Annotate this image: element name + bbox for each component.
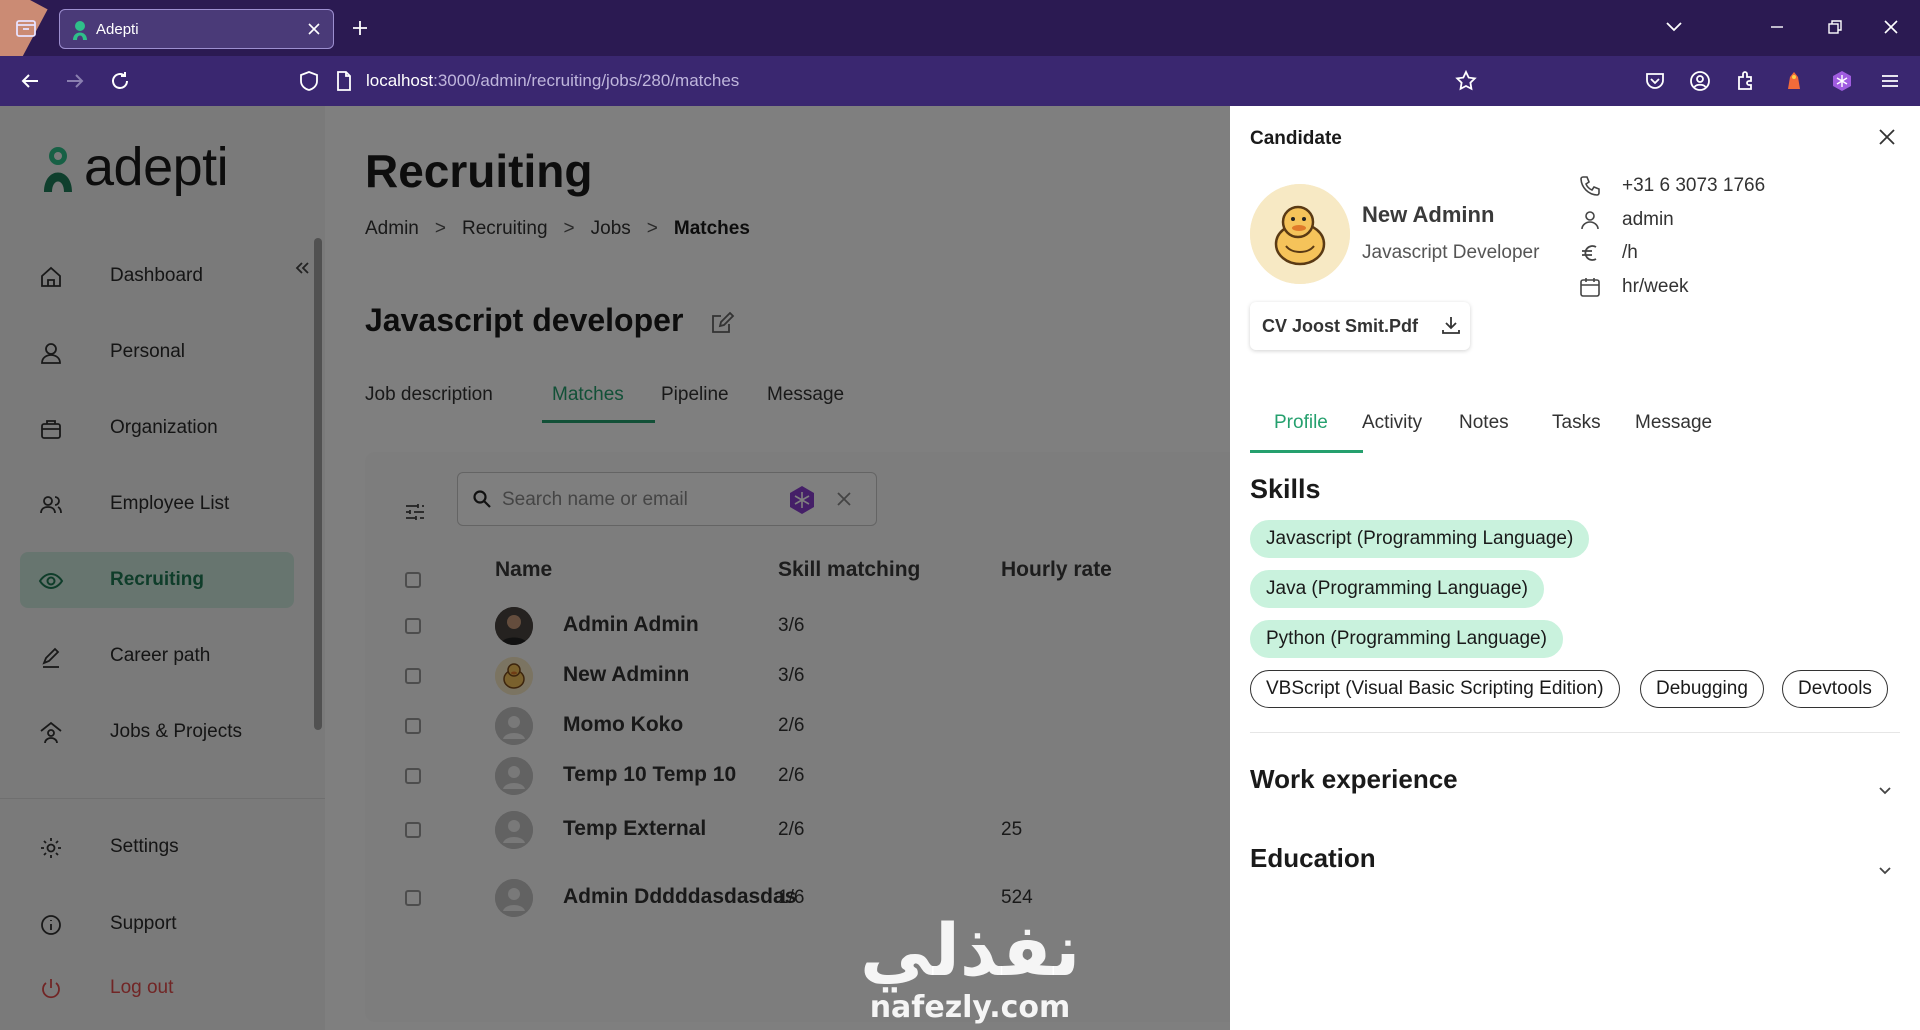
account-icon[interactable] (1688, 69, 1712, 93)
skill-chip-matched: Javascript (Programming Language) (1250, 520, 1590, 558)
skill-chip: Devtools (1782, 670, 1888, 708)
close-window-icon[interactable] (1882, 18, 1900, 36)
download-icon (1440, 314, 1462, 336)
extensions-icon[interactable] (1734, 69, 1758, 93)
candidate-name: New Adminn (1362, 202, 1495, 227)
reload-icon[interactable] (108, 69, 132, 93)
euro-icon (1578, 241, 1602, 265)
tab-list-icon[interactable] (14, 16, 38, 40)
phone-number: +31 6 3073 1766 (1622, 175, 1766, 196)
hexagon-extension-icon[interactable] (1830, 69, 1854, 93)
candidate-role: Javascript Developer (1362, 242, 1540, 263)
watermark-latin: nafezly.com (869, 990, 1071, 1025)
cv-file-name: CV Joost Smit.Pdf (1262, 316, 1419, 336)
work-experience-heading[interactable]: Work experience (1250, 764, 1458, 795)
browser-navbar: localhost:3000/admin/recruiting/jobs/280… (0, 56, 1920, 106)
cv-download-button[interactable]: CV Joost Smit.Pdf (1250, 302, 1470, 350)
hours-per-week: hr/week (1622, 276, 1689, 297)
adepti-favicon-icon (71, 20, 89, 40)
hourly-rate: /h (1622, 242, 1638, 263)
browser-tab[interactable]: Adepti (59, 9, 334, 49)
person-icon (1578, 208, 1602, 232)
skill-chip-matched: Python (Programming Language) (1250, 620, 1563, 658)
bookmark-star-icon[interactable] (1454, 69, 1478, 93)
skill-chip: Debugging (1640, 670, 1764, 708)
candidate-avatar (1250, 184, 1350, 284)
watermark: نفذلي nafezly.com (860, 908, 1082, 1028)
minimize-window-icon[interactable] (1768, 18, 1786, 36)
expand-education-chevron-icon[interactable] (1876, 864, 1894, 878)
watermark-arabic: نفذلي (860, 908, 1082, 992)
candidate-tabs: Profile Activity Notes Tasks Message (1250, 406, 1900, 456)
tab-profile[interactable]: Profile (1274, 412, 1328, 434)
username: admin (1622, 209, 1674, 230)
skill-chip: VBScript (Visual Basic Scripting Edition… (1250, 670, 1620, 708)
tab-notes[interactable]: Notes (1459, 412, 1509, 434)
fox-extension-icon[interactable] (1782, 69, 1806, 93)
tab-overflow-chevron-icon[interactable] (1665, 20, 1683, 34)
tab-tasks[interactable]: Tasks (1552, 412, 1601, 434)
restore-window-icon[interactable] (1826, 18, 1844, 36)
tab-message[interactable]: Message (1635, 412, 1712, 434)
url-path: :3000/admin/recruiting/jobs/280/matches (433, 71, 740, 90)
tab-title: Adepti (96, 21, 139, 38)
browser-titlebar: Adepti (0, 0, 1920, 56)
education-heading[interactable]: Education (1250, 843, 1376, 874)
skill-chip-matched: Java (Programming Language) (1250, 570, 1544, 608)
page-info-icon[interactable] (332, 69, 356, 93)
address-bar[interactable]: localhost:3000/admin/recruiting/jobs/280… (366, 71, 739, 91)
url-host: localhost (366, 71, 434, 90)
pocket-icon[interactable] (1643, 69, 1667, 93)
panel-title: Candidate (1250, 128, 1342, 149)
tab-activity[interactable]: Activity (1362, 412, 1422, 434)
candidate-panel: Candidate New Adminn Javascript Develope… (1230, 106, 1920, 1030)
skills-heading: Skills (1250, 474, 1321, 504)
back-icon[interactable] (18, 69, 42, 93)
menu-icon[interactable] (1878, 69, 1902, 93)
active-tab-indicator (1250, 450, 1363, 453)
close-panel-icon[interactable] (1878, 128, 1896, 146)
forward-icon[interactable] (63, 69, 87, 93)
calendar-icon (1578, 275, 1602, 299)
new-tab-icon[interactable] (350, 18, 370, 38)
expand-work-experience-chevron-icon[interactable] (1876, 784, 1894, 798)
shield-icon[interactable] (297, 69, 321, 93)
close-tab-icon[interactable] (307, 22, 321, 36)
panel-backdrop[interactable] (0, 106, 1230, 1030)
phone-icon (1578, 174, 1602, 198)
app: adepti Dashboard Personal Organization E… (0, 106, 1920, 1030)
section-divider (1250, 732, 1900, 733)
